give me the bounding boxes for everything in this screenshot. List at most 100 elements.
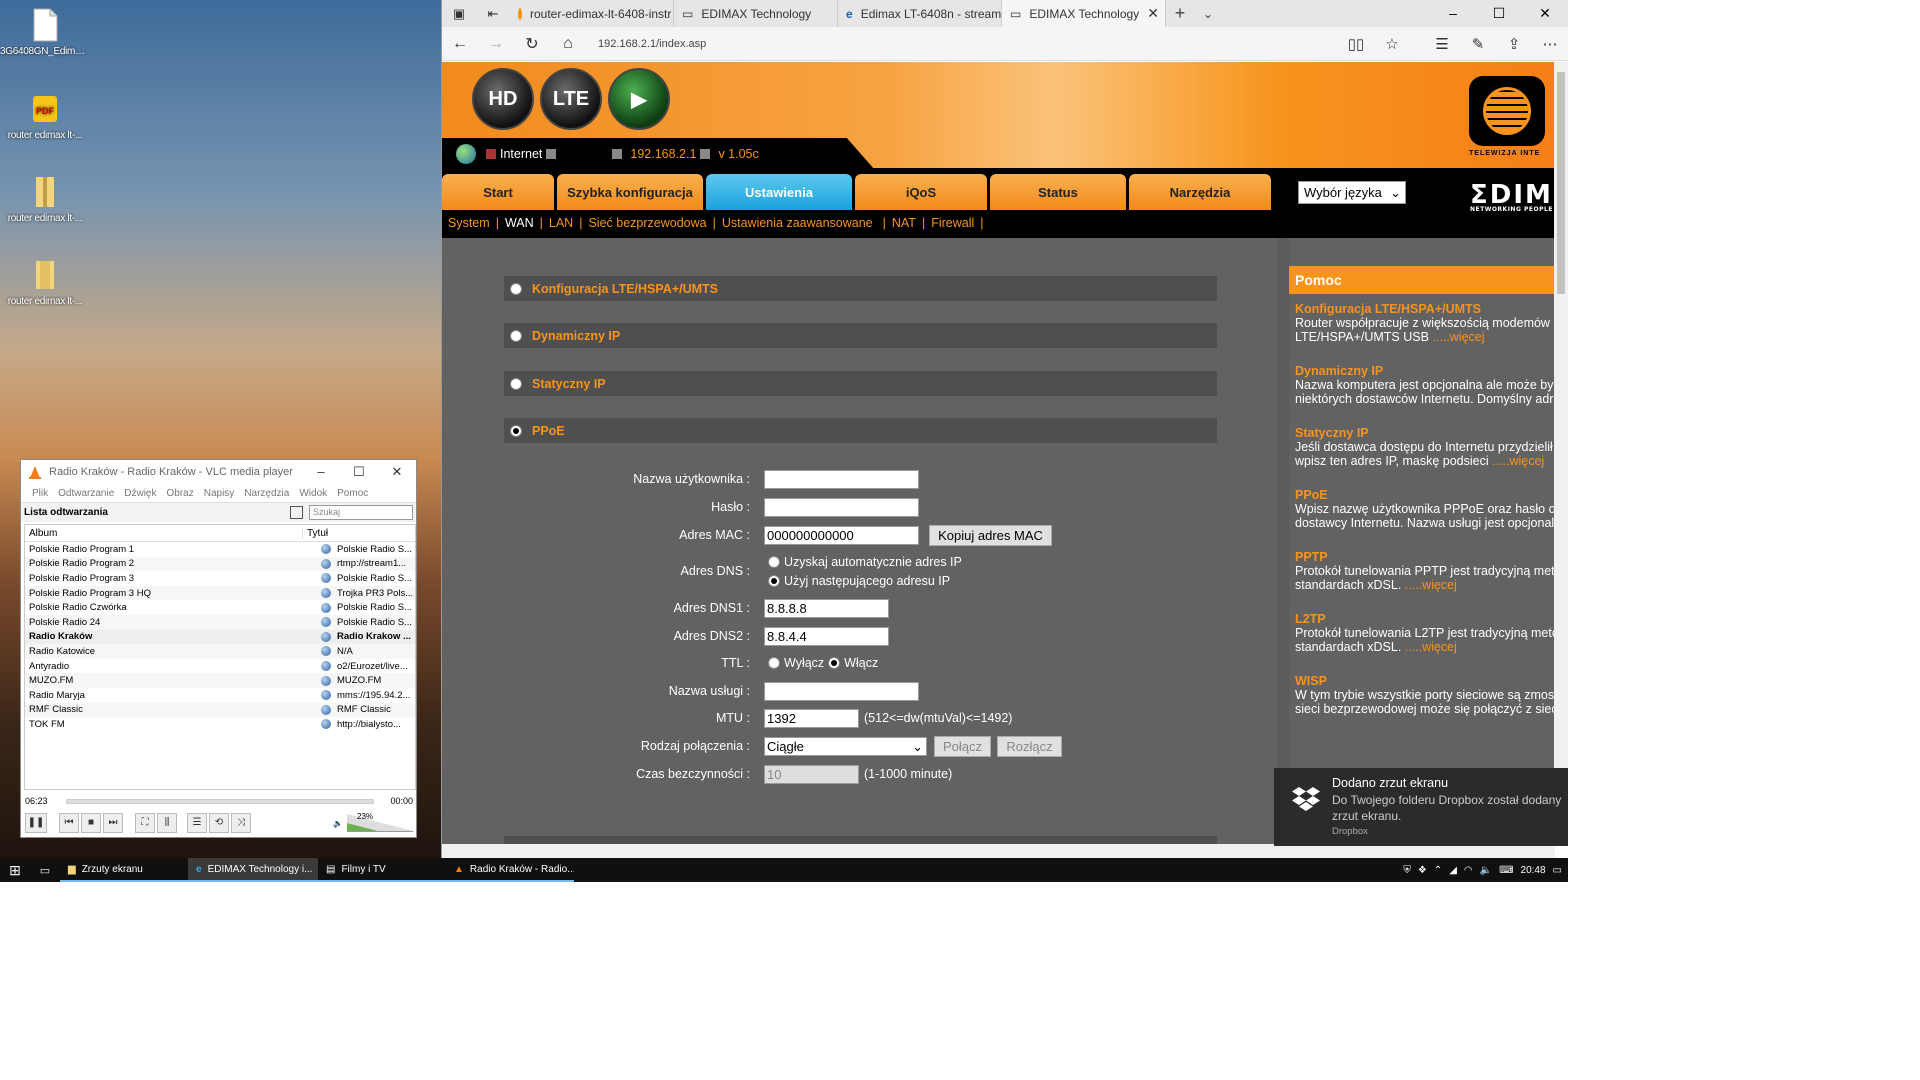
set-aside-tabs-icon[interactable]: ⇤ bbox=[476, 6, 510, 22]
url-field[interactable]: 192.168.2.1/index.asp bbox=[598, 38, 1318, 50]
username-field[interactable] bbox=[764, 470, 919, 489]
close-tab-icon[interactable]: ✕ bbox=[1147, 5, 1159, 22]
playlist-row[interactable]: Antyradio o2/Eurozet/live... bbox=[25, 659, 415, 674]
dns-auto-option[interactable]: Uzyskaj automatycznie adres IP bbox=[762, 555, 962, 569]
playlist-row[interactable]: Polskie Radio 24 Polskie Radio S... bbox=[25, 614, 415, 630]
fullscreen-button[interactable]: ⛶ bbox=[135, 813, 155, 833]
nav-status[interactable]: Status bbox=[990, 174, 1126, 210]
forward-icon[interactable]: → bbox=[478, 35, 514, 53]
new-tab-icon[interactable]: + bbox=[1166, 3, 1194, 24]
subnav-wireless[interactable]: Sieć bezprzewodowa bbox=[588, 216, 706, 230]
vertical-scrollbar[interactable] bbox=[1554, 62, 1568, 844]
vlc-titlebar[interactable]: Radio Kraków - Radio Kraków - VLC media … bbox=[21, 460, 416, 484]
radio-dynamic-ip[interactable] bbox=[510, 329, 522, 342]
subnav-nat[interactable]: NAT bbox=[892, 216, 916, 230]
tab-edimax-active[interactable]: ▭ EDIMAX Technology ✕ bbox=[1002, 0, 1166, 27]
taskbar-app-explorer[interactable]: ▆ Zrzuty ekranu bbox=[60, 858, 188, 882]
nav-tools[interactable]: Narzędzia bbox=[1129, 174, 1271, 210]
dns-manual-option[interactable]: Użyj następującego adresu IP bbox=[762, 574, 950, 588]
pause-button[interactable]: ❚❚ bbox=[25, 813, 47, 833]
section-lte[interactable]: Konfiguracja LTE/HSPA+/UMTS bbox=[504, 276, 1217, 301]
disconnect-button[interactable]: Rozłącz bbox=[997, 736, 1062, 757]
previous-button[interactable]: ⏮ bbox=[59, 813, 79, 833]
help-more-link[interactable]: .....więcej bbox=[1405, 640, 1457, 654]
close-icon[interactable]: ✕ bbox=[1522, 5, 1568, 22]
back-icon[interactable]: ← bbox=[442, 35, 478, 53]
maximize-icon[interactable]: ☐ bbox=[1476, 5, 1522, 22]
copy-mac-button[interactable]: Kopiuj adres MAC bbox=[929, 525, 1052, 546]
tab-pdf[interactable]: router-edimax-lt-6408-instr bbox=[510, 0, 674, 27]
radio-ttl-on[interactable] bbox=[828, 657, 841, 669]
playlist-row[interactable]: Polskie Radio Program 2 rtmp://stream1... bbox=[25, 556, 415, 572]
subnav-firewall[interactable]: Firewall bbox=[931, 216, 974, 230]
idle-time-field[interactable]: 10 bbox=[764, 765, 859, 784]
refresh-icon[interactable]: ↻ bbox=[514, 34, 550, 54]
dns1-field[interactable]: 8.8.8.8 bbox=[764, 599, 889, 618]
radio-lte[interactable] bbox=[510, 282, 522, 295]
playlist-view-icon[interactable] bbox=[290, 506, 303, 519]
favorite-star-icon[interactable]: ☆ bbox=[1374, 35, 1410, 53]
extended-settings-button[interactable]: ⫼ bbox=[157, 813, 177, 833]
playlist-row[interactable]: Polskie Radio Program 3 Polskie Radio S..… bbox=[25, 571, 415, 586]
taskbar-app-edge[interactable]: e EDIMAX Technology i... bbox=[188, 858, 318, 882]
nav-iqos[interactable]: iQoS bbox=[855, 174, 987, 210]
desktop-icon-folder[interactable]: router edimax lt-... bbox=[0, 258, 90, 307]
keyboard-icon[interactable]: ⌨ bbox=[1499, 865, 1513, 876]
web-note-icon[interactable]: ✎ bbox=[1460, 35, 1496, 53]
connect-button[interactable]: Połącz bbox=[934, 736, 991, 757]
help-more-link[interactable]: .....więcej bbox=[1432, 330, 1484, 344]
menu-dzwiek[interactable]: Dźwięk bbox=[119, 488, 161, 499]
more-icon[interactable]: ⋯ bbox=[1532, 35, 1568, 53]
subnav-system[interactable]: System bbox=[448, 216, 490, 230]
tab-edimax-1[interactable]: ▭ EDIMAX Technology bbox=[674, 0, 838, 27]
wifi-icon[interactable]: ◠ bbox=[1464, 865, 1473, 876]
mac-field[interactable]: 000000000000 bbox=[764, 526, 919, 545]
nav-quick-setup[interactable]: Szybka konfiguracja bbox=[557, 174, 703, 210]
help-more-link[interactable]: .....więcej bbox=[1405, 578, 1457, 592]
subnav-lan[interactable]: LAN bbox=[549, 216, 573, 230]
chevron-down-icon[interactable]: ⌄ bbox=[1194, 7, 1222, 21]
menu-narzedzia[interactable]: Narzędzia bbox=[239, 488, 294, 499]
connection-type-select[interactable]: Ciągłe ⌄ bbox=[764, 737, 927, 756]
subnav-advanced[interactable]: Ustawienia zaawansowane bbox=[722, 216, 873, 230]
playlist-row[interactable]: Radio Maryja mms://195.94.2... bbox=[25, 688, 415, 703]
playlist-row[interactable]: Polskie Radio Czwórka Polskie Radio S... bbox=[25, 600, 415, 615]
reading-view-icon[interactable]: ▯▯ bbox=[1338, 35, 1374, 53]
close-icon[interactable]: ✕ bbox=[378, 464, 416, 480]
menu-obraz[interactable]: Obraz bbox=[162, 488, 199, 499]
menu-plik[interactable]: Plik bbox=[27, 488, 53, 499]
seek-bar[interactable] bbox=[65, 798, 375, 804]
notification-toast[interactable]: Dodano zrzut ekranu Do Twojego folderu D… bbox=[1274, 768, 1568, 846]
horizontal-scrollbar[interactable] bbox=[442, 844, 1555, 858]
service-field[interactable] bbox=[764, 682, 919, 701]
radio-ttl-off[interactable] bbox=[768, 657, 780, 669]
menu-odtwarzanie[interactable]: Odtwarzanie bbox=[53, 488, 119, 499]
menu-pomoc[interactable]: Pomoc bbox=[332, 488, 373, 499]
column-album[interactable]: Album bbox=[25, 527, 303, 539]
playlist-search-input[interactable]: Szukaj bbox=[309, 505, 413, 520]
mtu-field[interactable]: 1392 bbox=[764, 709, 859, 728]
maximize-icon[interactable]: ☐ bbox=[340, 464, 378, 480]
playlist-row[interactable]: RMF Classic RMF Classic bbox=[25, 702, 415, 718]
section-static-ip[interactable]: Statyczny IP bbox=[504, 371, 1217, 396]
playlist-row[interactable]: Radio Kraków Radio Krakow ... bbox=[25, 629, 415, 645]
menu-napisy[interactable]: Napisy bbox=[199, 488, 240, 499]
volume-control[interactable]: 🔈 23% bbox=[333, 812, 413, 832]
nav-start[interactable]: Start bbox=[442, 174, 554, 210]
shield-icon[interactable]: ⛨ bbox=[1403, 865, 1411, 876]
nav-settings[interactable]: Ustawienia bbox=[706, 174, 852, 210]
section-ppoe[interactable]: PPoE bbox=[504, 418, 1217, 443]
playlist-button[interactable]: ☰ bbox=[187, 813, 207, 833]
playlist-row[interactable]: Polskie Radio Program 1 Polskie Radio S..… bbox=[25, 542, 415, 557]
share-icon[interactable]: ⇪ bbox=[1496, 35, 1532, 53]
radio-ppoe[interactable] bbox=[510, 424, 522, 437]
menu-widok[interactable]: Widok bbox=[294, 488, 332, 499]
task-view-icon[interactable]: ▭ bbox=[30, 864, 60, 877]
column-title[interactable]: Tytuł bbox=[303, 528, 328, 539]
password-field[interactable] bbox=[764, 498, 919, 517]
section-dynamic-ip[interactable]: Dynamiczny IP bbox=[504, 323, 1217, 348]
radio-dns-manual[interactable] bbox=[768, 575, 780, 587]
subnav-wan[interactable]: WAN bbox=[505, 216, 534, 230]
help-more-link[interactable]: .....więcej bbox=[1492, 454, 1544, 468]
desktop-icon-zip[interactable]: router edimax lt-... bbox=[0, 175, 90, 224]
